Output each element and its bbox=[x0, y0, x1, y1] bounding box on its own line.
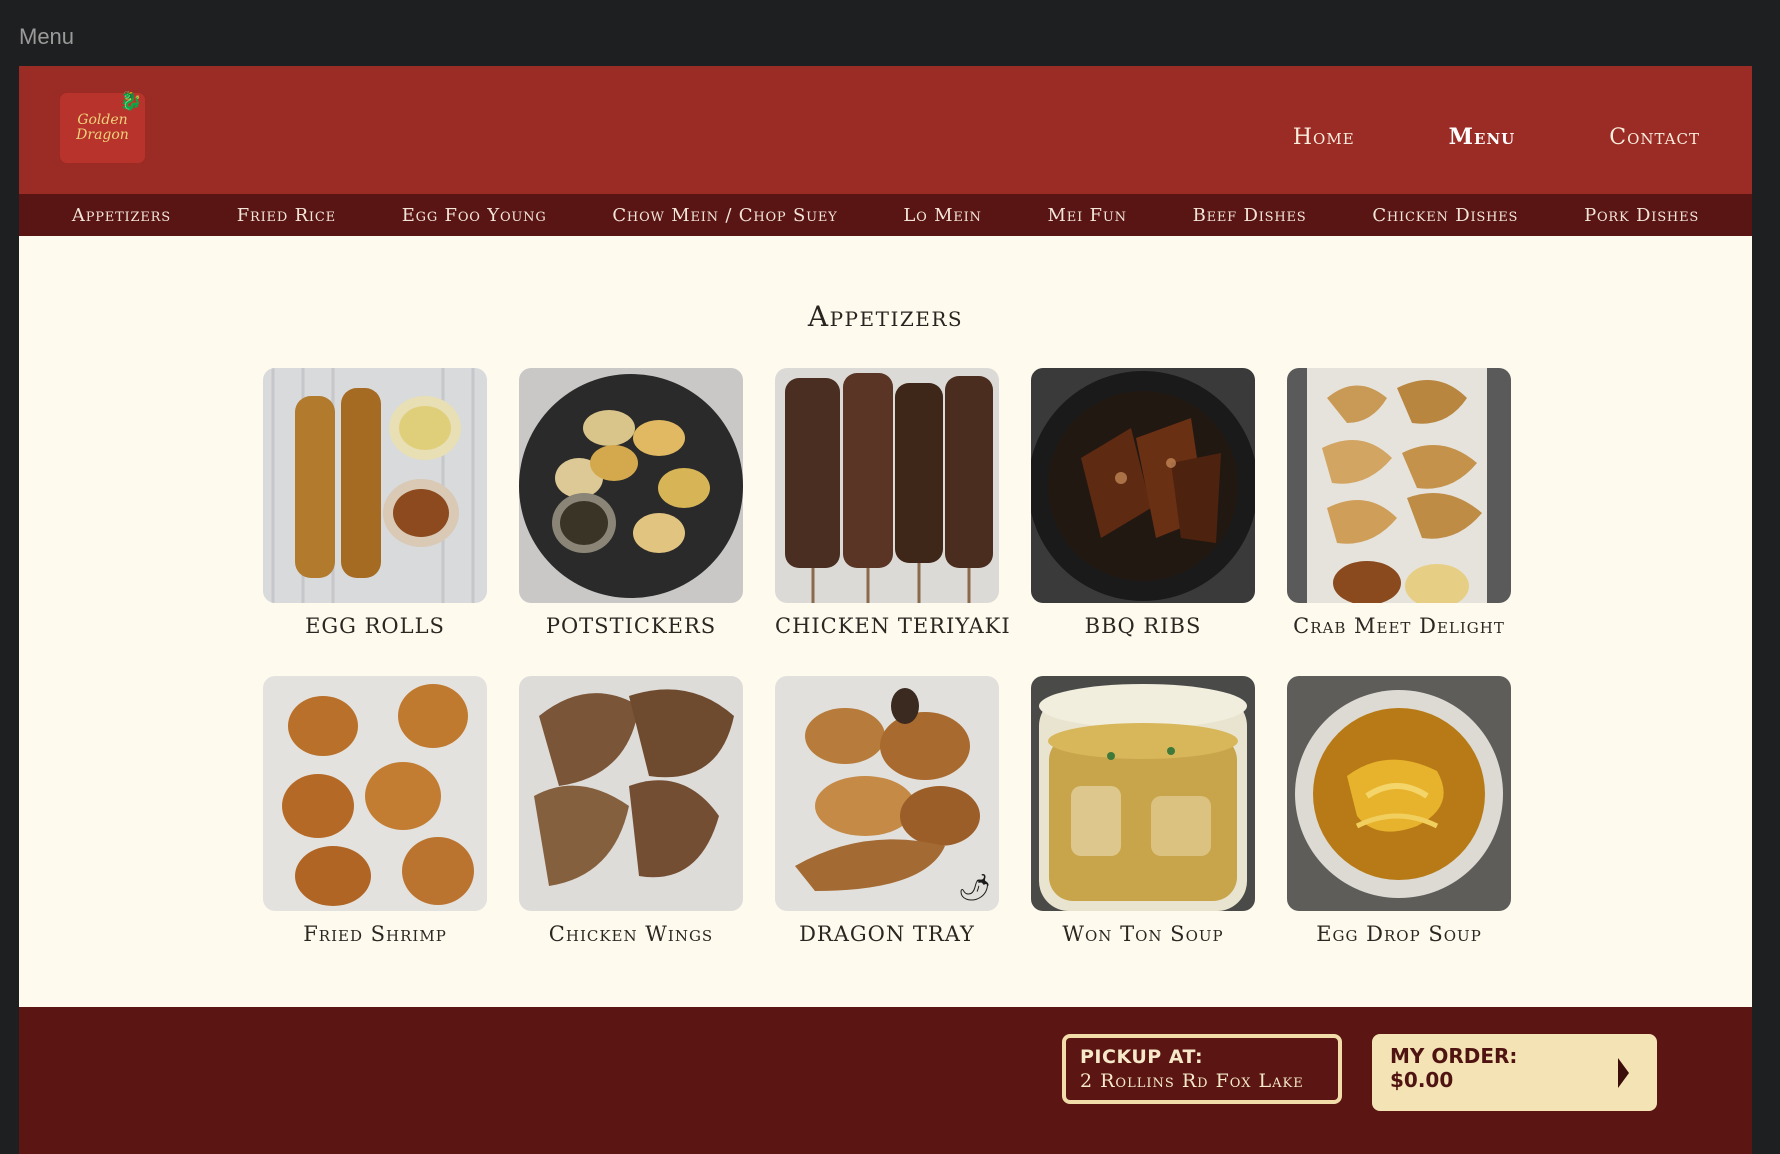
menu-item-dragon-tray[interactable]: 🌶 DRAGON TRAY bbox=[775, 676, 999, 946]
potstickers-photo[interactable] bbox=[519, 368, 743, 603]
item-name: EGG ROLLS bbox=[305, 614, 445, 638]
category-pork-dishes[interactable]: Pork Dishes bbox=[1584, 205, 1699, 226]
pickup-label: PICKUP AT: bbox=[1080, 1046, 1204, 1068]
menu-grid: EGG ROLLS POTSTICKERS CHICKEN TERIYAKI B… bbox=[263, 368, 1511, 946]
category-nav: Appetizers Fried Rice Egg Foo Young Chow… bbox=[19, 194, 1752, 236]
egg-drop-soup-photo[interactable] bbox=[1287, 676, 1511, 911]
menu-item-chicken-wings[interactable]: Chicken Wings bbox=[519, 676, 743, 946]
category-beef-dishes[interactable]: Beef Dishes bbox=[1193, 205, 1307, 226]
menu-item-won-ton-soup[interactable]: Won Ton Soup bbox=[1031, 676, 1255, 946]
item-name: BBQ RIBS bbox=[1084, 614, 1202, 638]
menu-item-crab-meet-delight[interactable]: Crab Meet Delight bbox=[1287, 368, 1511, 638]
order-total: $0.00 bbox=[1390, 1068, 1454, 1092]
dragon-tray-photo[interactable]: 🌶 bbox=[775, 676, 999, 911]
menu-item-chicken-teriyaki[interactable]: CHICKEN TERIYAKI bbox=[775, 368, 1011, 638]
dragon-icon: 🐉 bbox=[119, 91, 142, 112]
category-mei-fun[interactable]: Mei Fun bbox=[1048, 205, 1127, 226]
bbq-ribs-photo[interactable] bbox=[1031, 368, 1255, 603]
item-name: CHICKEN TERIYAKI bbox=[775, 614, 1011, 638]
pickup-address: 2 Rollins Rd Fox Lake bbox=[1080, 1070, 1304, 1092]
golden-dragon-logo[interactable]: 🐉 Golden Dragon bbox=[59, 92, 146, 164]
spicy-pepper-icon: 🌶 bbox=[957, 873, 991, 903]
menu-item-egg-rolls[interactable]: EGG ROLLS bbox=[263, 368, 487, 638]
item-name: Crab Meet Delight bbox=[1293, 614, 1505, 638]
category-chow-mein-chop-suey[interactable]: Chow Mein / Chop Suey bbox=[612, 205, 837, 226]
order-footer: PICKUP AT: 2 Rollins Rd Fox Lake MY ORDE… bbox=[19, 1007, 1752, 1154]
fried-shrimp-photo[interactable] bbox=[263, 676, 487, 911]
category-lo-mein[interactable]: Lo Mein bbox=[903, 205, 981, 226]
chicken-wings-photo[interactable] bbox=[519, 676, 743, 911]
order-label: MY ORDER: bbox=[1390, 1044, 1518, 1068]
item-name: Won Ton Soup bbox=[1062, 922, 1224, 946]
egg-roll-photo[interactable] bbox=[263, 368, 487, 603]
nav-menu[interactable]: Menu bbox=[1449, 124, 1516, 150]
pickup-location-button[interactable]: PICKUP AT: 2 Rollins Rd Fox Lake bbox=[1062, 1034, 1342, 1104]
menu-item-potstickers[interactable]: POTSTICKERS bbox=[519, 368, 743, 638]
item-name: Egg Drop Soup bbox=[1316, 922, 1482, 946]
my-order-button[interactable]: MY ORDER: $0.00 bbox=[1372, 1034, 1657, 1111]
item-name: DRAGON TRAY bbox=[799, 922, 975, 946]
category-fried-rice[interactable]: Fried Rice bbox=[237, 205, 336, 226]
nav-contact[interactable]: Contact bbox=[1609, 125, 1700, 150]
chicken-teriyaki-photo[interactable] bbox=[775, 368, 999, 603]
main-nav: Home Menu Contact bbox=[1293, 124, 1700, 150]
menu-item-bbq-ribs[interactable]: BBQ RIBS bbox=[1031, 368, 1255, 638]
crab-rangoon-photo[interactable] bbox=[1287, 368, 1511, 603]
item-name: Chicken Wings bbox=[548, 922, 714, 946]
logo-text-line2: Dragon bbox=[76, 127, 129, 143]
site-header: 🐉 Golden Dragon Home Menu Contact bbox=[19, 66, 1752, 194]
item-name: POTSTICKERS bbox=[545, 614, 717, 638]
category-egg-foo-young[interactable]: Egg Foo Young bbox=[402, 205, 547, 226]
category-appetizers[interactable]: Appetizers bbox=[72, 205, 171, 226]
menu-item-fried-shrimp[interactable]: Fried Shrimp bbox=[263, 676, 487, 946]
item-name: Fried Shrimp bbox=[303, 922, 447, 946]
restaurant-page: 🐉 Golden Dragon Home Menu Contact Appeti… bbox=[19, 66, 1752, 1154]
menu-item-egg-drop-soup[interactable]: Egg Drop Soup bbox=[1287, 676, 1511, 946]
nav-home[interactable]: Home bbox=[1293, 125, 1355, 150]
won-ton-soup-photo[interactable] bbox=[1031, 676, 1255, 911]
logo-text-line1: Golden bbox=[77, 112, 128, 128]
window-title: Menu bbox=[19, 24, 75, 49]
category-chicken-dishes[interactable]: Chicken Dishes bbox=[1372, 205, 1518, 226]
section-title: Appetizers bbox=[807, 300, 964, 333]
chevron-right-icon bbox=[1618, 1058, 1629, 1088]
